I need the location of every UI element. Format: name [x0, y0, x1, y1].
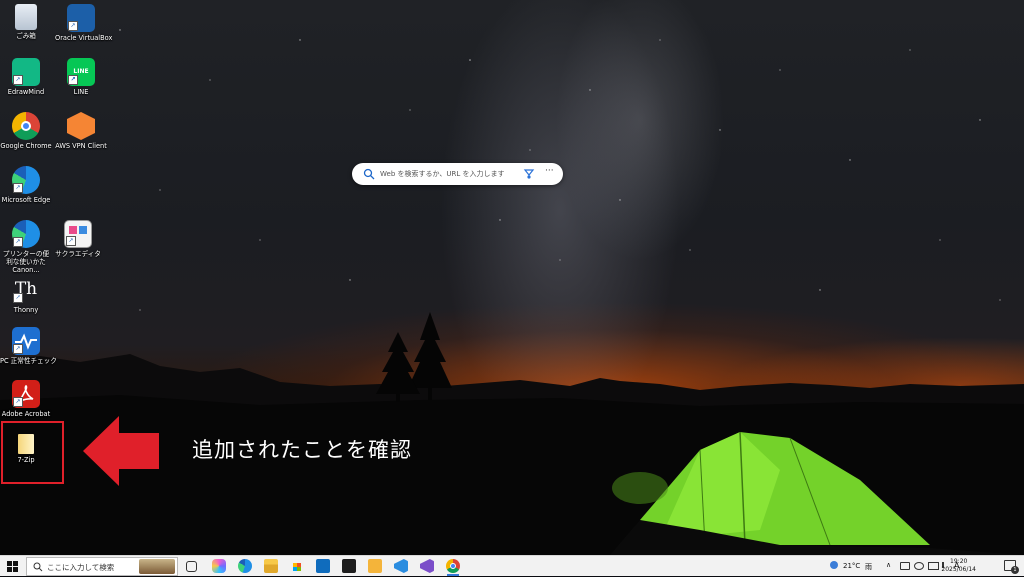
icon-label: PC 正常性チェック	[0, 357, 57, 365]
icon-label: LINE	[73, 88, 89, 96]
icon-label: EdrawMind	[7, 88, 45, 96]
taskbar: ここに入力して検索 21°C 雨 ∧ A 19:20 2025/06/14 1	[0, 555, 1024, 576]
virtualbox-shortcut[interactable]: ↗ Oracle VirtualBox	[55, 4, 113, 42]
file-explorer-icon[interactable]	[264, 559, 278, 573]
canon-guide-shortcut[interactable]: ↗ プリンターの便利な使いかた Canon...	[0, 220, 52, 274]
windows-start-icon[interactable]	[7, 561, 18, 572]
taskbar-search-input[interactable]: ここに入力して検索	[47, 562, 114, 573]
visual-studio-icon[interactable]	[420, 559, 434, 573]
icon-label: Oracle VirtualBox	[55, 34, 113, 42]
media-icon[interactable]	[368, 559, 382, 573]
edge-icon: ↗	[12, 166, 40, 194]
show-hidden-icons-chevron-icon[interactable]: ∧	[886, 561, 891, 569]
clock[interactable]: 19:20 2025/06/14	[941, 558, 976, 574]
search-icon	[363, 168, 375, 180]
annotation-text: 追加されたことを確認	[192, 438, 412, 462]
battery-icon[interactable]	[928, 562, 939, 570]
weather-condition[interactable]: 雨	[865, 562, 872, 572]
sakura-editor-icon: ↗	[64, 220, 92, 248]
icon-label: サクラエディタ	[55, 250, 101, 258]
sakura-editor-shortcut[interactable]: ↗ サクラエディタ	[52, 220, 104, 258]
aws-vpn-shortcut[interactable]: AWS VPN Client	[55, 112, 107, 150]
icon-label: AWS VPN Client	[55, 142, 107, 150]
highlight-box	[1, 421, 64, 484]
copilot-icon[interactable]	[212, 559, 226, 573]
search-icon	[33, 562, 43, 572]
search-highlight-image[interactable]	[139, 559, 175, 574]
icon-label: Google Chrome	[0, 142, 52, 150]
edge-search-widget[interactable]: Web を検索するか、URL を入力します ···	[352, 163, 563, 185]
recycle-bin-icon	[15, 4, 37, 30]
edge-icon[interactable]	[238, 559, 252, 573]
icon-label: Thonny	[13, 306, 39, 314]
edrawmind-shortcut[interactable]: ↗ EdrawMind	[0, 58, 52, 96]
weather-icon[interactable]	[830, 561, 838, 569]
terminal-icon[interactable]	[342, 559, 356, 573]
line-icon: LINE ↗	[67, 58, 95, 86]
adobe-acrobat-icon: ↗	[12, 380, 40, 408]
icon-label: Microsoft Edge	[1, 196, 51, 204]
more-options-button[interactable]: ···	[545, 166, 554, 176]
chrome-icon[interactable]	[446, 559, 460, 576]
notification-center-icon[interactable]: 1	[1004, 560, 1019, 574]
icon-label: プリンターの便利な使いかた Canon...	[2, 250, 50, 274]
clock-time: 19:20	[950, 558, 968, 565]
recycle-bin-shortcut[interactable]: ごみ箱	[0, 4, 52, 40]
vscode-icon[interactable]	[394, 559, 408, 573]
task-view-icon[interactable]	[186, 561, 197, 572]
aws-vpn-icon	[67, 112, 95, 140]
network-icon[interactable]	[914, 562, 924, 570]
microsoft-store-icon[interactable]	[290, 559, 304, 573]
edge-shortcut[interactable]: ↗ Microsoft Edge	[0, 166, 52, 204]
desktop: ごみ箱 ↗ Oracle VirtualBox ↗ EdrawMind LINE…	[0, 0, 1024, 555]
icon-label: ごみ箱	[16, 32, 36, 40]
outlook-icon[interactable]	[316, 559, 330, 573]
onedrive-icon[interactable]	[900, 562, 910, 570]
visual-search-icon[interactable]	[523, 168, 535, 180]
notification-count-badge: 1	[1011, 566, 1019, 574]
clock-date: 2025/06/14	[941, 566, 976, 573]
pc-health-check-icon: ↗	[12, 327, 40, 355]
line-shortcut[interactable]: LINE ↗ LINE	[55, 58, 107, 96]
virtualbox-icon: ↗	[67, 4, 95, 32]
icon-label: Adobe Acrobat	[1, 410, 51, 418]
thonny-shortcut[interactable]: Th ↗ Thonny	[0, 276, 52, 314]
edrawmind-icon: ↗	[12, 58, 40, 86]
adobe-acrobat-shortcut[interactable]: ↗ Adobe Acrobat	[0, 380, 52, 418]
weather-temperature[interactable]: 21°C	[843, 562, 860, 570]
taskbar-search-box[interactable]: ここに入力して検索	[26, 557, 178, 576]
chrome-icon	[12, 112, 40, 140]
chrome-shortcut[interactable]: Google Chrome	[0, 112, 52, 150]
search-input[interactable]: Web を検索するか、URL を入力します	[380, 169, 504, 179]
pc-health-check-shortcut[interactable]: ↗ PC 正常性チェック	[0, 327, 57, 365]
canon-guide-icon: ↗	[12, 220, 40, 248]
thonny-icon: Th ↗	[13, 279, 38, 303]
red-arrow-icon	[83, 416, 159, 486]
